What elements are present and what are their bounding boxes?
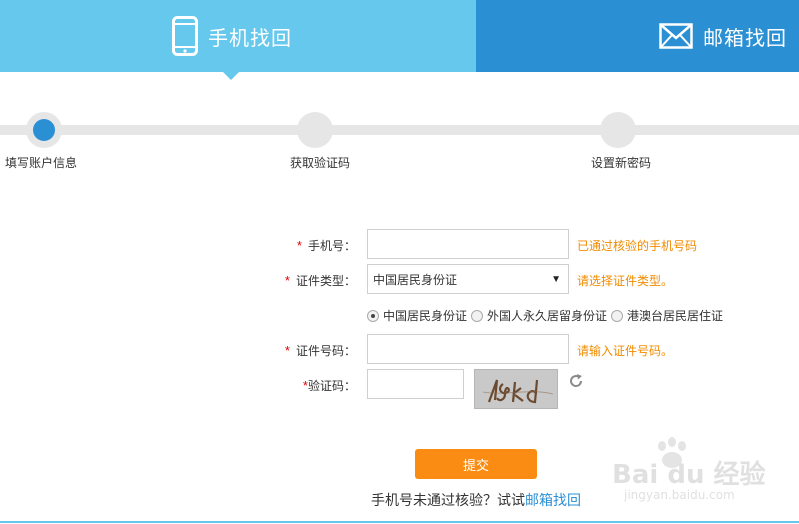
radio-checked-icon [367,309,379,322]
baidu-jingyan-watermark: Bai du 经验 jingyan.baidu.com [612,437,766,510]
email-recovery-link[interactable]: 邮箱找回 [525,492,581,508]
id-type-hint: 请选择证件类型。 [577,274,674,288]
radio-unchecked-icon [611,309,624,322]
step-1-indicator [26,112,62,148]
phone-hint: 已通过核验的手机号码 [577,239,698,253]
tab-email-recovery[interactable]: 邮箱找回 [476,0,799,72]
radio-hmt-residence-permit[interactable]: 港澳台居民居住证 [611,307,723,324]
id-type-radio-group: 中国居民身份证 外国人永久居留身份证 港澳台居民居住证 [367,307,727,324]
recovery-tabs: 手机找回 邮箱找回 [0,0,799,80]
captcha-label: *验证码： [302,378,356,393]
required-mark: * [284,343,290,358]
radio-foreign-permanent-id[interactable]: 外国人永久居留身份证 [471,307,607,324]
watermark-url: jingyan.baidu.com [624,488,735,502]
id-type-selected-value: 中国居民身份证 [373,272,458,287]
radio-unchecked-icon [471,309,484,322]
step-3-label: 设置新密码 [591,156,652,170]
phone-icon [172,16,198,56]
progress-track [0,125,799,135]
id-type-select[interactable]: 中国居民身份证 ▼ [367,264,569,294]
dropdown-arrow-icon: ▼ [551,274,561,285]
step-2-label: 获取验证码 [290,156,351,170]
refresh-captcha-icon[interactable] [568,373,584,389]
captcha-input[interactable] [367,369,464,399]
step-2-indicator [297,112,333,148]
submit-button[interactable]: 提交 [415,449,537,479]
id-type-label: * 证件类型： [284,273,356,288]
alt-recovery-prompt: 手机号未通过核验？试试邮箱找回 [371,492,581,508]
radio-cn-id[interactable]: 中国居民身份证 [367,307,467,324]
id-number-input[interactable] [367,334,569,364]
bottom-border [0,521,799,523]
tab-email-label: 邮箱找回 [703,27,787,50]
tab-phone-label: 手机找回 [208,27,292,50]
watermark-brand: Bai du 经验 [612,460,766,490]
step-1-label: 填写账户信息 [5,156,78,170]
phone-input[interactable] [367,229,569,259]
step-3-indicator [600,112,636,148]
tab-phone-recovery[interactable]: 手机找回 [0,0,476,72]
active-tab-pointer [223,72,239,80]
envelope-icon [659,23,693,49]
required-mark: * [284,273,290,288]
id-number-label: * 证件号码： [284,343,356,358]
captcha-glyphs [482,379,554,404]
required-mark: * [296,238,302,253]
phone-label: * 手机号： [296,238,356,253]
id-number-hint: 请输入证件号码。 [577,344,674,358]
captcha-image[interactable] [474,369,558,409]
